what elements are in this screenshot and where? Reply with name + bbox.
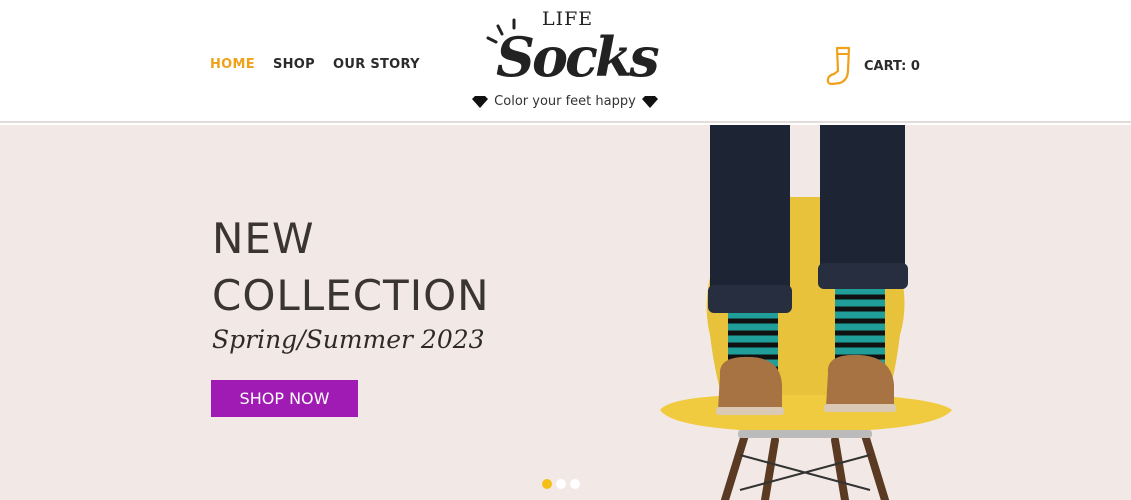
diamond-icon [641,95,658,108]
shop-now-button[interactable]: SHOP NOW [211,380,358,417]
cart-button[interactable]: CART: 0 [826,46,920,86]
slider-dot-2[interactable] [556,479,566,489]
tagline-text: Color your feet happy [494,94,636,109]
hero-title-line1: NEW [212,214,315,263]
hero-title-line2: COLLECTION [212,271,490,320]
diamond-icon [472,95,489,108]
logo-tagline: Color your feet happy [470,94,660,109]
logo-socks-text: Socks [496,25,660,89]
hero-title: NEW COLLECTION [212,210,490,324]
nav-our-story-link[interactable]: OUR STORY [333,57,420,72]
sock-icon [826,46,851,86]
slider-dot-1[interactable] [542,479,552,489]
site-logo[interactable]: LIFE Socks Color your feet happy [470,6,660,118]
hero-subtitle: Spring/Summer 2023 [212,325,485,354]
cart-label: CART: 0 [864,58,920,74]
nav-shop-link[interactable]: SHOP [273,57,315,72]
nav-home-link[interactable]: HOME [210,57,255,72]
hero-image [660,125,952,500]
main-nav: HOME SHOP OUR STORY [210,57,420,72]
site-header: HOME SHOP OUR STORY LIFE Socks Color you… [0,0,1131,123]
slider-dots [542,479,580,489]
slider-dot-3[interactable] [570,479,580,489]
hero-banner: NEW COLLECTION Spring/Summer 2023 SHOP N… [0,125,1131,500]
